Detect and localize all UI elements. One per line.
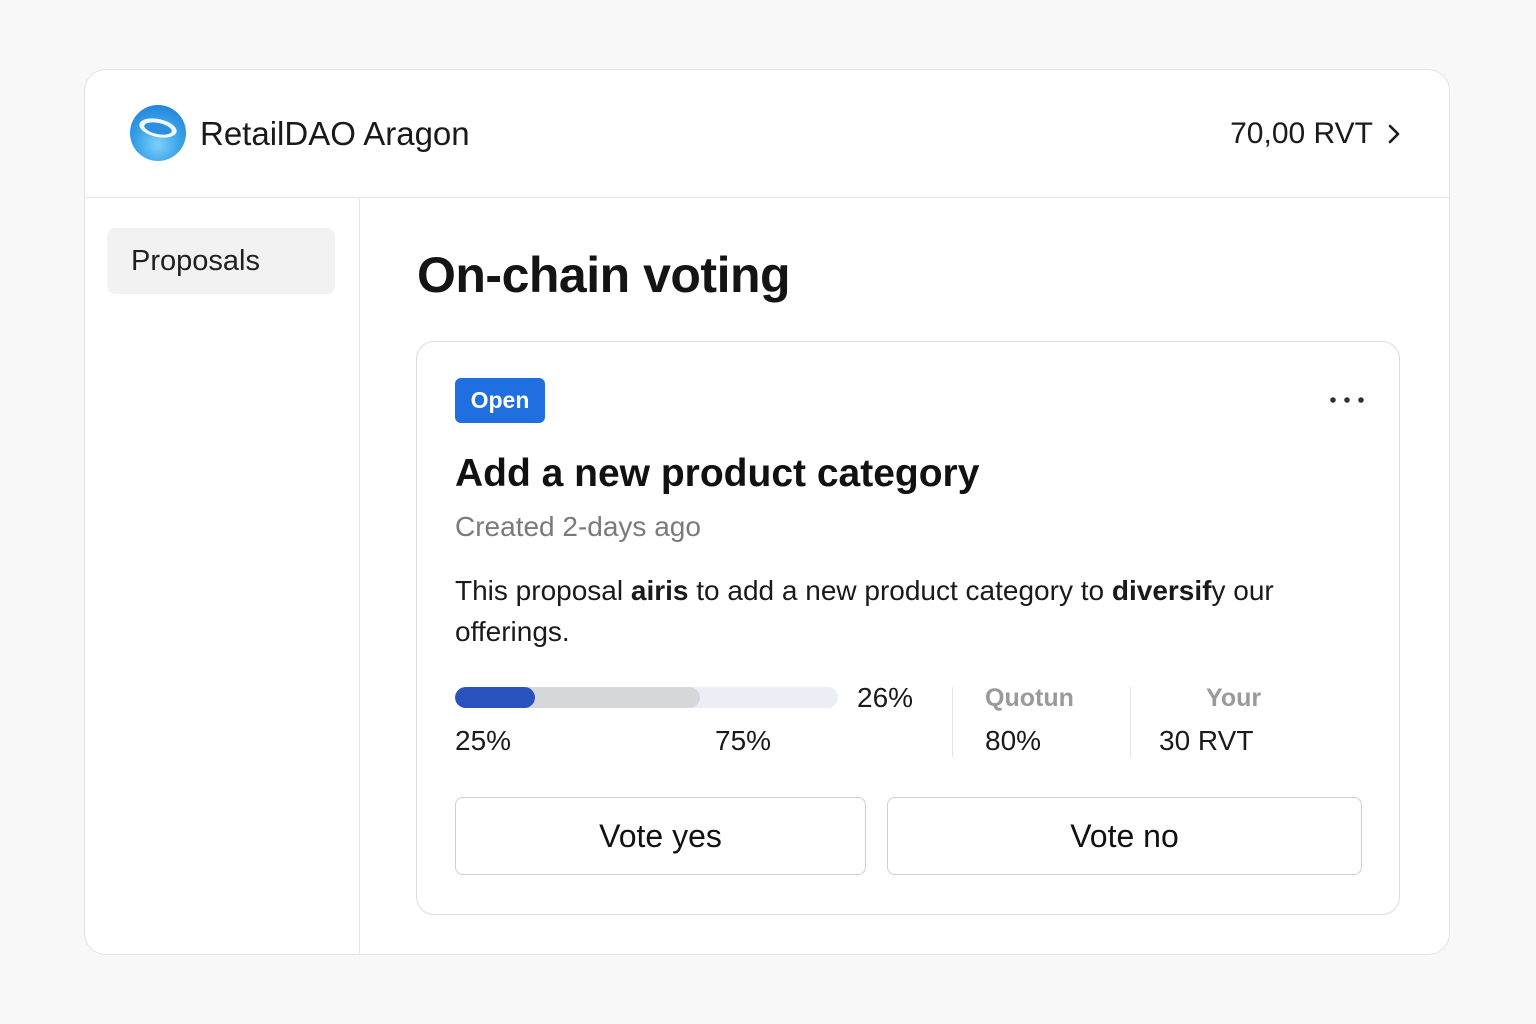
more-horizontal-icon (1329, 391, 1365, 409)
stat-divider (952, 687, 953, 757)
app-window: RetailDAO Aragon 70,00 RVT Proposals On-… (84, 69, 1450, 955)
balance-button[interactable]: 70,00 RVT (1230, 110, 1401, 158)
vote-left-percent: 25% (455, 725, 512, 756)
stat-divider (1130, 687, 1131, 757)
app-title: RetailDAO Aragon (200, 115, 470, 152)
dao-logo-icon (130, 105, 186, 161)
status-badge: Open (455, 378, 545, 423)
proposal-title: Add a new product category (455, 452, 980, 495)
proposal-description: This proposal airis to add a new product… (455, 570, 1355, 652)
vote-right-percent: 75% (715, 725, 772, 756)
vote-yes-button[interactable]: Vote yes (455, 797, 866, 875)
your-vote-value: 30 RVT (1159, 725, 1254, 756)
vote-no-button[interactable]: Vote no (887, 797, 1362, 875)
description-bold-text: diversif (1111, 575, 1212, 606)
vote-progress-value: 26% (857, 682, 914, 713)
page-title: On-chain voting (417, 247, 791, 303)
proposal-card: Open Add a new product category Created … (416, 341, 1400, 915)
quorum-label: Quotun (985, 684, 1074, 712)
sidebar-item-proposals[interactable]: Proposals (107, 228, 335, 294)
vote-progress-bar (455, 687, 838, 708)
sidebar: Proposals (85, 198, 360, 954)
description-bold-text: airis (630, 575, 689, 606)
description-text: This proposal (455, 575, 631, 606)
your-vote-label: Your (1206, 684, 1262, 712)
app-header: RetailDAO Aragon 70,00 RVT (85, 70, 1449, 198)
chevron-right-icon (1387, 123, 1401, 145)
description-text: to add a new product category to (688, 575, 1112, 606)
proposal-created-date: Created 2-days ago (455, 511, 701, 542)
balance-value: 70,00 RVT (1230, 117, 1373, 150)
quorum-value: 80% (985, 725, 1042, 756)
vote-progress-fill (455, 687, 536, 708)
more-options-button[interactable] (1325, 382, 1369, 418)
